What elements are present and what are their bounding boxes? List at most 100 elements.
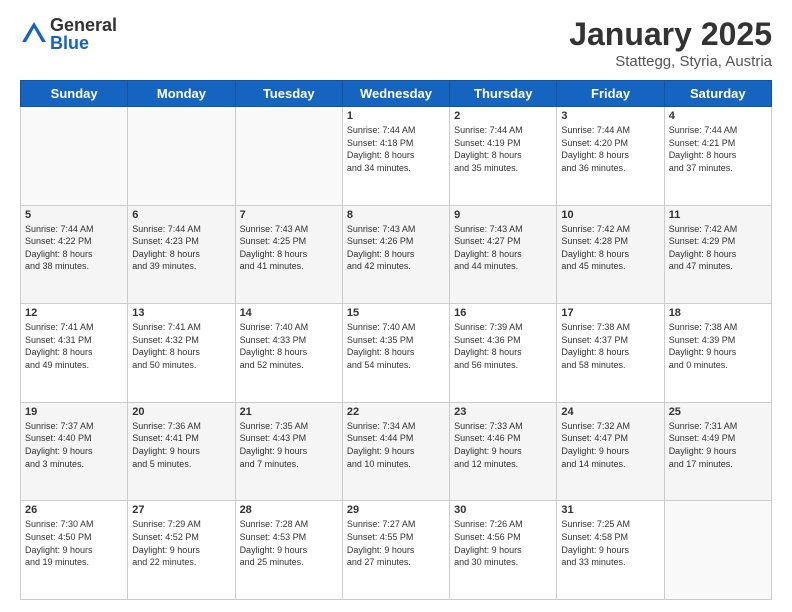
day-number: 28 [240,504,338,516]
day-number: 23 [454,406,552,418]
calendar-cell: 13Sunrise: 7:41 AM Sunset: 4:32 PM Dayli… [128,304,235,403]
logo: General Blue [20,16,117,52]
header-row: Sunday Monday Tuesday Wednesday Thursday… [21,81,772,107]
day-number: 24 [561,406,659,418]
day-info: Sunrise: 7:35 AM Sunset: 4:43 PM Dayligh… [240,420,338,470]
day-info: Sunrise: 7:38 AM Sunset: 4:37 PM Dayligh… [561,321,659,371]
col-sunday: Sunday [21,81,128,107]
day-number: 9 [454,209,552,221]
day-info: Sunrise: 7:25 AM Sunset: 4:58 PM Dayligh… [561,518,659,568]
calendar-cell [21,107,128,206]
calendar-subtitle: Stattegg, Styria, Austria [569,53,772,70]
day-number: 16 [454,307,552,319]
logo-general: General [50,16,117,34]
col-wednesday: Wednesday [342,81,449,107]
page: General Blue January 2025 Stattegg, Styr… [0,0,792,612]
day-number: 6 [132,209,230,221]
calendar-cell: 15 Sunrise: 7:40 AM Sunset: 4:35 PM Dayli… [342,304,449,403]
calendar-table: Sunday Monday Tuesday Wednesday Thursday… [20,80,772,600]
day-info: Sunrise: 7:39 AM Sunset: 4:36 PM Dayligh… [454,321,552,371]
day-number: 14 [240,307,338,319]
calendar-cell: 17 Sunrise: 7:38 AM Sunset: 4:37 PM Dayli… [557,304,664,403]
calendar-cell: 30 Sunrise: 7:26 AM Sunset: 4:56 PM Dayli… [450,501,557,600]
calendar-cell: 27Sunrise: 7:29 AM Sunset: 4:52 PM Dayli… [128,501,235,600]
day-info: Sunrise: 7:44 AM Sunset: 4:20 PM Dayligh… [561,124,659,174]
calendar-cell: 12 Sunrise: 7:41 AM Sunset: 4:31 PM Dayli… [21,304,128,403]
calendar-cell [235,107,342,206]
day-info: Sunrise: 7:32 AM Sunset: 4:47 PM Dayligh… [561,420,659,470]
day-info: Sunrise: 7:30 AM Sunset: 4:50 PM Dayligh… [25,518,123,568]
calendar-cell: 8 Sunrise: 7:43 AM Sunset: 4:26 PM Daylig… [342,205,449,304]
title-block: January 2025 Stattegg, Styria, Austria [569,16,772,70]
day-info: Sunrise: 7:44 AM Sunset: 4:22 PM Dayligh… [25,223,123,273]
calendar-cell: 29 Sunrise: 7:27 AM Sunset: 4:55 PM Dayli… [342,501,449,600]
day-info: Sunrise: 7:37 AM Sunset: 4:40 PM Dayligh… [25,420,123,470]
day-number: 12 [25,307,123,319]
day-info: Sunrise: 7:40 AM Sunset: 4:33 PM Dayligh… [240,321,338,371]
calendar-cell: 6 Sunrise: 7:44 AM Sunset: 4:23 PM Daylig… [128,205,235,304]
week-row-5: 26Sunrise: 7:30 AM Sunset: 4:50 PM Dayli… [21,501,772,600]
day-info: Sunrise: 7:44 AM Sunset: 4:21 PM Dayligh… [669,124,767,174]
day-number: 20 [132,406,230,418]
day-number: 15 [347,307,445,319]
calendar-cell: 4 Sunrise: 7:44 AM Sunset: 4:21 PM Daylig… [664,107,771,206]
day-number: 13 [132,307,230,319]
day-info: Sunrise: 7:43 AM Sunset: 4:27 PM Dayligh… [454,223,552,273]
calendar-title: January 2025 [569,16,772,53]
day-number: 27 [132,504,230,516]
col-friday: Friday [557,81,664,107]
day-info: Sunrise: 7:40 AM Sunset: 4:35 PM Dayligh… [347,321,445,371]
logo-text: General Blue [50,16,117,52]
calendar-cell: 18Sunrise: 7:38 AM Sunset: 4:39 PM Dayli… [664,304,771,403]
calendar-cell: 14 Sunrise: 7:40 AM Sunset: 4:33 PM Dayli… [235,304,342,403]
col-tuesday: Tuesday [235,81,342,107]
day-number: 25 [669,406,767,418]
day-number: 8 [347,209,445,221]
day-number: 29 [347,504,445,516]
calendar-cell: 11Sunrise: 7:42 AM Sunset: 4:29 PM Dayli… [664,205,771,304]
header: General Blue January 2025 Stattegg, Styr… [20,16,772,70]
day-info: Sunrise: 7:27 AM Sunset: 4:55 PM Dayligh… [347,518,445,568]
calendar-cell: 9 Sunrise: 7:43 AM Sunset: 4:27 PM Daylig… [450,205,557,304]
calendar-cell: 22 Sunrise: 7:34 AM Sunset: 4:44 PM Dayli… [342,402,449,501]
day-info: Sunrise: 7:44 AM Sunset: 4:19 PM Dayligh… [454,124,552,174]
calendar-cell: 16 Sunrise: 7:39 AM Sunset: 4:36 PM Dayli… [450,304,557,403]
calendar-cell: 28 Sunrise: 7:28 AM Sunset: 4:53 PM Dayli… [235,501,342,600]
day-info: Sunrise: 7:31 AM Sunset: 4:49 PM Dayligh… [669,420,767,470]
day-info: Sunrise: 7:34 AM Sunset: 4:44 PM Dayligh… [347,420,445,470]
day-info: Sunrise: 7:28 AM Sunset: 4:53 PM Dayligh… [240,518,338,568]
day-info: Sunrise: 7:41 AM Sunset: 4:31 PM Dayligh… [25,321,123,371]
calendar-cell: 31Sunrise: 7:25 AM Sunset: 4:58 PM Dayli… [557,501,664,600]
calendar-cell: 26Sunrise: 7:30 AM Sunset: 4:50 PM Dayli… [21,501,128,600]
col-saturday: Saturday [664,81,771,107]
col-monday: Monday [128,81,235,107]
calendar-cell: 7Sunrise: 7:43 AM Sunset: 4:25 PM Daylig… [235,205,342,304]
day-info: Sunrise: 7:43 AM Sunset: 4:26 PM Dayligh… [347,223,445,273]
calendar-cell: 19Sunrise: 7:37 AM Sunset: 4:40 PM Dayli… [21,402,128,501]
calendar-cell: 24 Sunrise: 7:32 AM Sunset: 4:47 PM Dayli… [557,402,664,501]
day-info: Sunrise: 7:26 AM Sunset: 4:56 PM Dayligh… [454,518,552,568]
logo-blue: Blue [50,34,117,52]
day-info: Sunrise: 7:33 AM Sunset: 4:46 PM Dayligh… [454,420,552,470]
day-number: 30 [454,504,552,516]
day-number: 5 [25,209,123,221]
day-number: 4 [669,110,767,122]
calendar-cell: 20Sunrise: 7:36 AM Sunset: 4:41 PM Dayli… [128,402,235,501]
calendar-cell: 5 Sunrise: 7:44 AM Sunset: 4:22 PM Daylig… [21,205,128,304]
week-row-3: 12 Sunrise: 7:41 AM Sunset: 4:31 PM Dayli… [21,304,772,403]
logo-icon [20,20,48,48]
day-info: Sunrise: 7:42 AM Sunset: 4:28 PM Dayligh… [561,223,659,273]
day-number: 1 [347,110,445,122]
week-row-2: 5 Sunrise: 7:44 AM Sunset: 4:22 PM Daylig… [21,205,772,304]
calendar-cell: 3Sunrise: 7:44 AM Sunset: 4:20 PM Daylig… [557,107,664,206]
calendar-cell: 1Sunrise: 7:44 AM Sunset: 4:18 PM Daylig… [342,107,449,206]
day-number: 2 [454,110,552,122]
week-row-1: 1Sunrise: 7:44 AM Sunset: 4:18 PM Daylig… [21,107,772,206]
calendar-cell [664,501,771,600]
day-info: Sunrise: 7:43 AM Sunset: 4:25 PM Dayligh… [240,223,338,273]
day-number: 17 [561,307,659,319]
day-info: Sunrise: 7:44 AM Sunset: 4:23 PM Dayligh… [132,223,230,273]
day-info: Sunrise: 7:42 AM Sunset: 4:29 PM Dayligh… [669,223,767,273]
calendar-cell: 2 Sunrise: 7:44 AM Sunset: 4:19 PM Daylig… [450,107,557,206]
day-number: 22 [347,406,445,418]
